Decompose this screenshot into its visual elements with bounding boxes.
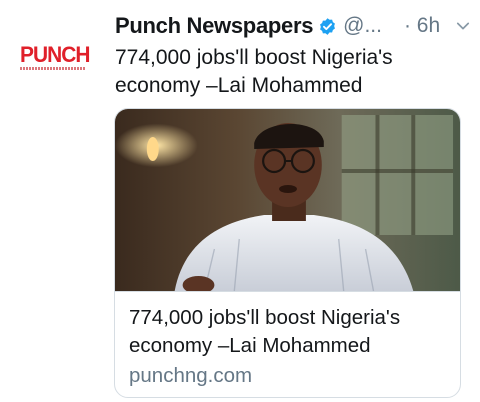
logo-tagline <box>20 67 86 70</box>
card-body[interactable]: 774,000 jobs'll boost Nigeria's economy … <box>115 291 460 397</box>
tweet-header: Punch Newspapers @... · 6h <box>115 10 470 42</box>
card-domain[interactable]: punchng.com <box>129 362 446 390</box>
tweet-text: 774,000 jobs'll boost Nigeria's economy … <box>115 46 393 97</box>
punch-logo: PUNCH <box>20 42 91 67</box>
chevron-down-icon[interactable] <box>454 17 472 35</box>
author-name[interactable]: Punch Newspapers <box>115 13 313 39</box>
tweet[interactable]: PUNCH Punch Newspapers @... · 6h 774,000… <box>0 0 480 402</box>
tweet-timestamp[interactable]: · 6h <box>404 14 440 38</box>
verified-badge-icon <box>320 17 336 35</box>
author-handle[interactable]: @... <box>343 14 382 38</box>
avatar[interactable]: PUNCH <box>20 44 92 72</box>
link-card[interactable]: 774,000 jobs'll boost Nigeria's economy … <box>114 108 461 398</box>
card-title[interactable]: 774,000 jobs'll boost Nigeria's economy … <box>129 304 446 360</box>
card-image <box>115 109 460 291</box>
